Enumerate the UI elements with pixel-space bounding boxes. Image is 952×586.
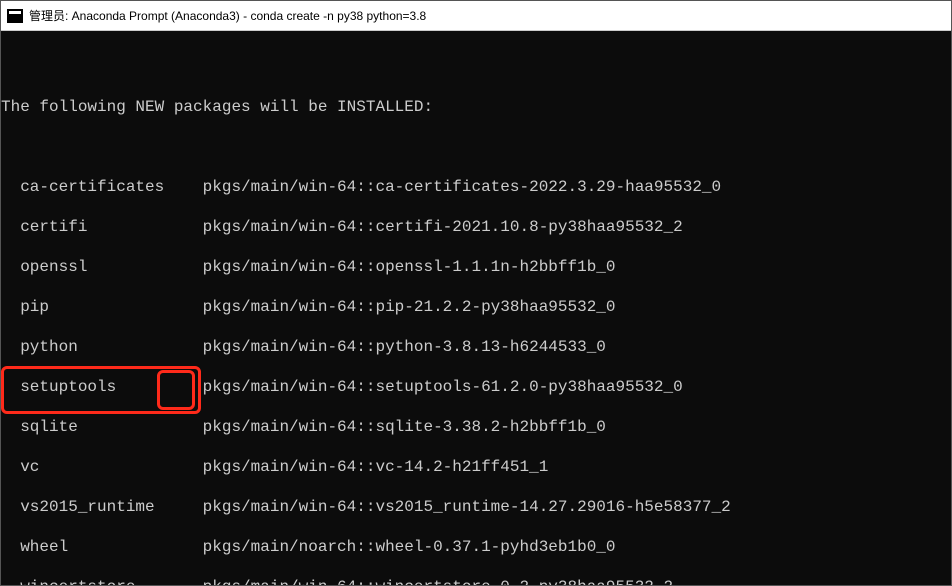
package-line: certifi pkgs/main/win-64::certifi-2021.1… (1, 217, 951, 237)
package-line: wheel pkgs/main/noarch::wheel-0.37.1-pyh… (1, 537, 951, 557)
package-line: python pkgs/main/win-64::python-3.8.13-h… (1, 337, 951, 357)
window-title: 管理员: Anaconda Prompt (Anaconda3) - conda… (29, 7, 426, 24)
terminal-icon (7, 9, 23, 23)
install-header: The following NEW packages will be INSTA… (1, 97, 951, 117)
terminal-window: 管理员: Anaconda Prompt (Anaconda3) - conda… (0, 0, 952, 586)
package-line: wincertstore pkgs/main/win-64::wincertst… (1, 577, 951, 585)
package-line: setuptools pkgs/main/win-64::setuptools-… (1, 377, 951, 397)
package-line: openssl pkgs/main/win-64::openssl-1.1.1n… (1, 257, 951, 277)
package-line: pip pkgs/main/win-64::pip-21.2.2-py38haa… (1, 297, 951, 317)
package-line: ca-certificates pkgs/main/win-64::ca-cer… (1, 177, 951, 197)
package-line: vs2015_runtime pkgs/main/win-64::vs2015_… (1, 497, 951, 517)
terminal-output[interactable]: The following NEW packages will be INSTA… (1, 31, 951, 585)
package-line: sqlite pkgs/main/win-64::sqlite-3.38.2-h… (1, 417, 951, 437)
blank-line (1, 57, 951, 77)
blank-line (1, 137, 951, 157)
package-line: vc pkgs/main/win-64::vc-14.2-h21ff451_1 (1, 457, 951, 477)
titlebar[interactable]: 管理员: Anaconda Prompt (Anaconda3) - conda… (1, 1, 951, 31)
